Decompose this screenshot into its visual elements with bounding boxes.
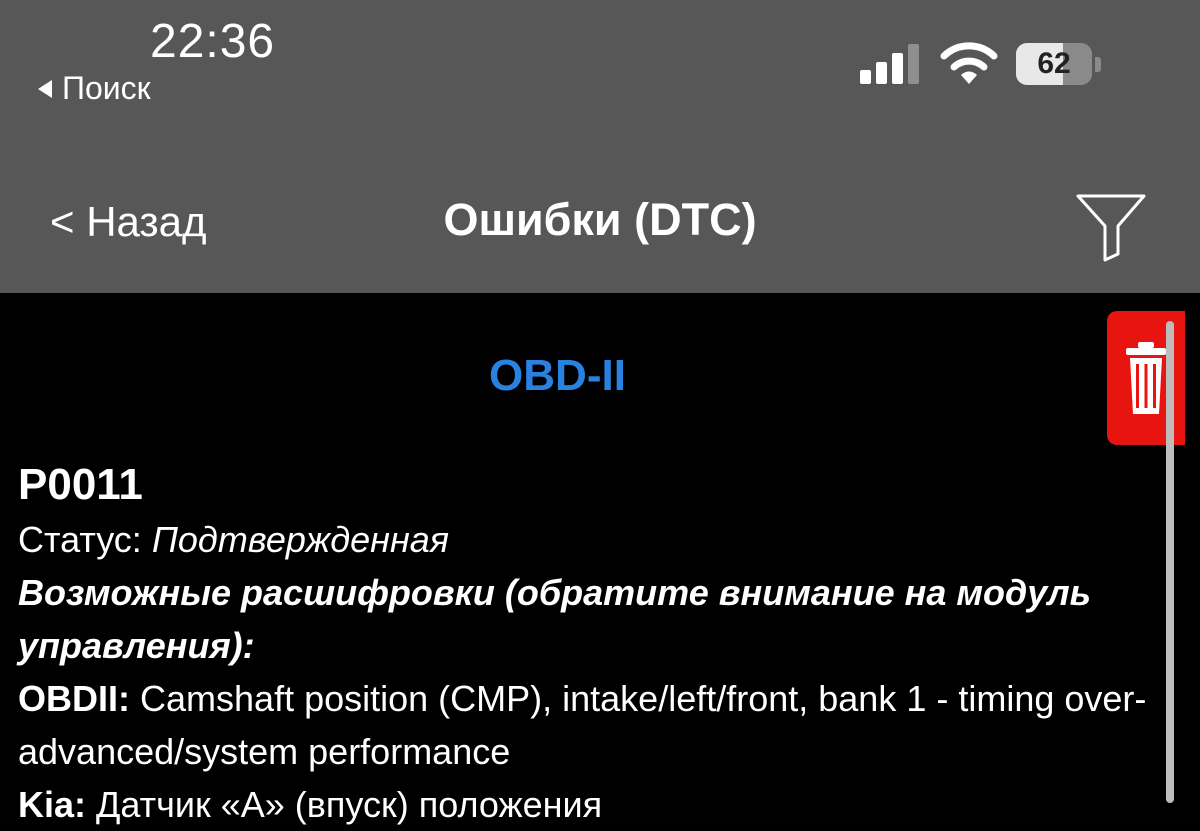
dtc-status: Статус: Подтвержденная — [18, 513, 1148, 566]
back-to-search-label: Поиск — [62, 70, 151, 106]
wifi-icon — [940, 42, 998, 84]
battery-cap — [1095, 57, 1101, 72]
decoding-text: Camshaft position (CMP), intake/left/fro… — [18, 678, 1147, 772]
section-title: OBD-II — [489, 351, 626, 400]
back-triangle-icon — [38, 79, 52, 98]
trash-icon — [1126, 342, 1166, 414]
battery-percent: 62 — [1037, 47, 1071, 80]
page-title: Ошибки (DTC) — [443, 194, 757, 245]
dtc-content: OBD-II P0011 Статус: Подтвержденная Возм… — [0, 293, 1200, 825]
scrollbar[interactable] — [1166, 321, 1174, 803]
decoding-brand: OBDII: — [18, 678, 130, 719]
nav-back-button[interactable]: < Назад — [50, 198, 207, 246]
dtc-status-label: Статус: — [18, 519, 142, 560]
dtc-code: P0011 — [18, 460, 143, 509]
filter-icon[interactable] — [1074, 190, 1148, 262]
decoding-entry: Kia: Датчик «А» (впуск) положения — [18, 778, 1148, 831]
dtc-entry: P0011 Статус: Подтвержденная Возможные р… — [18, 457, 1148, 831]
cellular-signal-icon — [860, 44, 922, 84]
decoding-brand: Kia: — [18, 784, 87, 825]
status-time: 22:36 — [150, 15, 276, 68]
decoding-entry: OBDII: Camshaft position (CMP), intake/l… — [18, 672, 1148, 778]
decoding-text: Датчик «А» (впуск) положения — [96, 784, 603, 825]
battery-indicator: 62 — [1016, 43, 1092, 85]
back-to-search-button[interactable]: Поиск — [38, 70, 151, 107]
dtc-status-value: Подтвержденная — [151, 519, 450, 560]
decodings-heading: Возможные расшифровки (обратите внимание… — [18, 572, 1092, 666]
top-bar: 22:36 Поиск 62 < Назад Ошибки (DTC) — [0, 0, 1200, 293]
